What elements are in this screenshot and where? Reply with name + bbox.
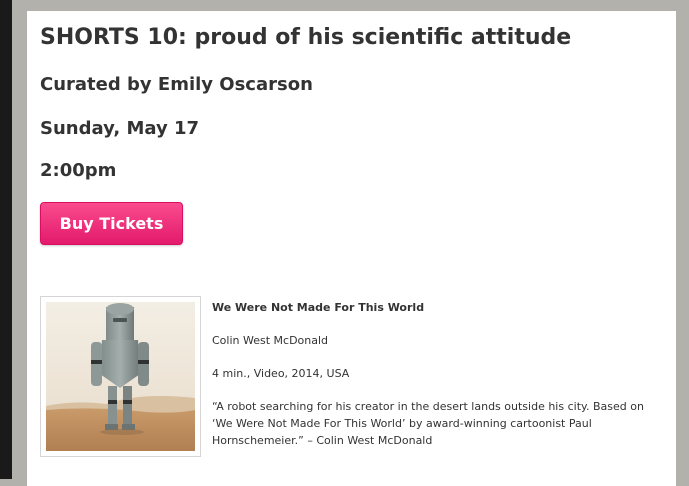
event-date: Sunday, May 17	[40, 118, 200, 139]
robot-in-desert-image	[46, 302, 195, 451]
page-edge-strip	[0, 0, 12, 479]
film-listing: We Were Not Made For This World Colin We…	[40, 296, 660, 471]
film-meta: 4 min., Video, 2014, USA	[212, 367, 350, 380]
film-director: Colin West McDonald	[212, 334, 329, 347]
film-title[interactable]: We Were Not Made For This World	[212, 299, 657, 316]
film-thumbnail[interactable]	[40, 296, 201, 457]
event-content-panel: SHORTS 10: proud of his scientific attit…	[27, 11, 676, 486]
event-curator: Curated by Emily Oscarson	[40, 74, 313, 95]
event-title: SHORTS 10: proud of his scientific attit…	[40, 25, 572, 50]
event-time: 2:00pm	[40, 160, 117, 181]
film-description: “A robot searching for his creator in th…	[212, 400, 644, 447]
buy-tickets-button[interactable]: Buy Tickets	[40, 202, 183, 245]
